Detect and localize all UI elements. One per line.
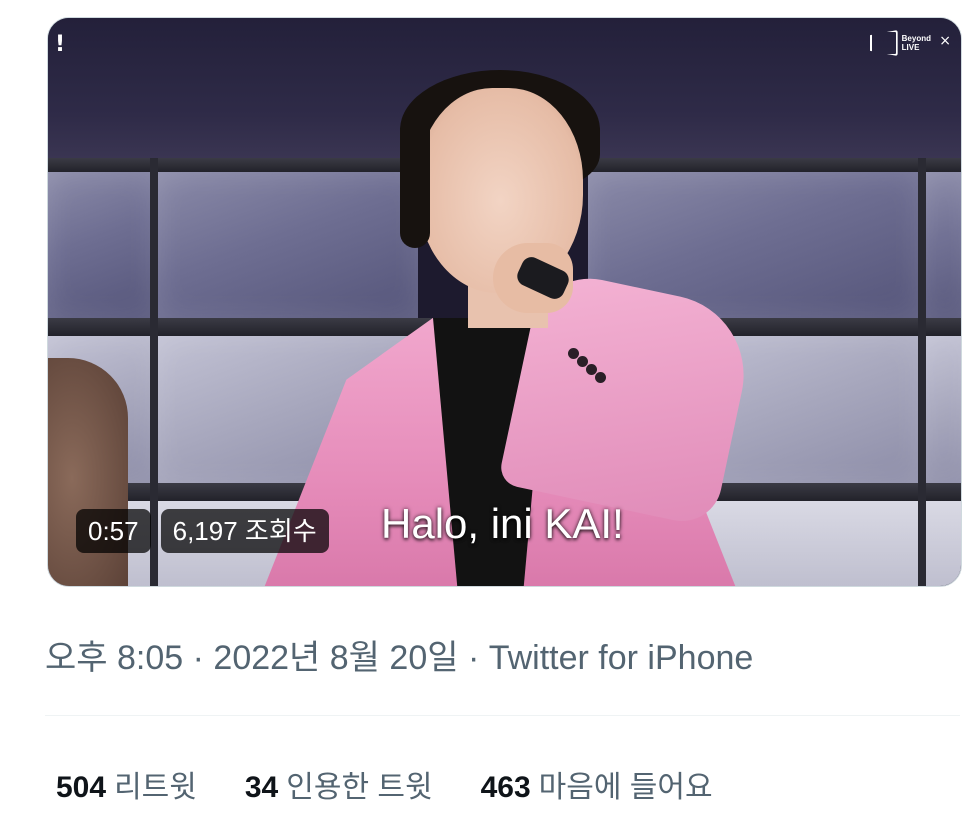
- divider: [45, 715, 960, 716]
- view-count-badge: 6,197 조회수: [160, 509, 329, 553]
- quote-label: 인용한 트윗: [286, 771, 433, 804]
- close-icon[interactable]: ×: [939, 33, 951, 49]
- retweets-stat[interactable]: 504 리트윗: [56, 762, 197, 806]
- video-info-badges: 0:57 6,197 조회수: [76, 508, 329, 554]
- beyond-live-logo-icon: [869, 30, 898, 56]
- tweet-time-link[interactable]: 오후 8:05 · 2022년 8월 20일: [45, 639, 459, 677]
- retweet-label: 리트윗: [114, 771, 197, 804]
- alert-icon: !: [55, 32, 66, 57]
- beyond-live-logo: Beyond LIVE: [869, 30, 931, 56]
- video-player[interactable]: ! Beyond LIVE × 0:57 6,197 조회수 Halo, ini…: [47, 17, 962, 587]
- engagement-stats: 504 리트윗 34 인용한 트윗 463 마음에 들어요: [56, 762, 713, 806]
- quote-count: 34: [244, 771, 279, 804]
- quote-tweets-stat[interactable]: 34 인용한 트윗: [245, 762, 433, 806]
- likes-stat[interactable]: 463 마음에 들어요: [481, 762, 713, 806]
- retweet-count: 504: [56, 771, 107, 804]
- tweet-time: 오후 8:05: [45, 639, 184, 677]
- like-label: 마음에 들어요: [538, 771, 713, 804]
- tweet-date: 2022년 8월 20일: [213, 639, 459, 677]
- video-subtitle: Halo, ini KAI!: [381, 500, 624, 547]
- tweet-source-link[interactable]: Twitter for iPhone: [489, 639, 754, 677]
- tweet-timestamp-line: 오후 8:05 · 2022년 8월 20일 · Twitter for iPh…: [45, 639, 754, 677]
- brand-line2: LIVE: [901, 43, 920, 52]
- like-count: 463: [480, 771, 531, 804]
- brand-line1: Beyond: [901, 34, 931, 43]
- duration-badge: 0:57: [76, 509, 151, 553]
